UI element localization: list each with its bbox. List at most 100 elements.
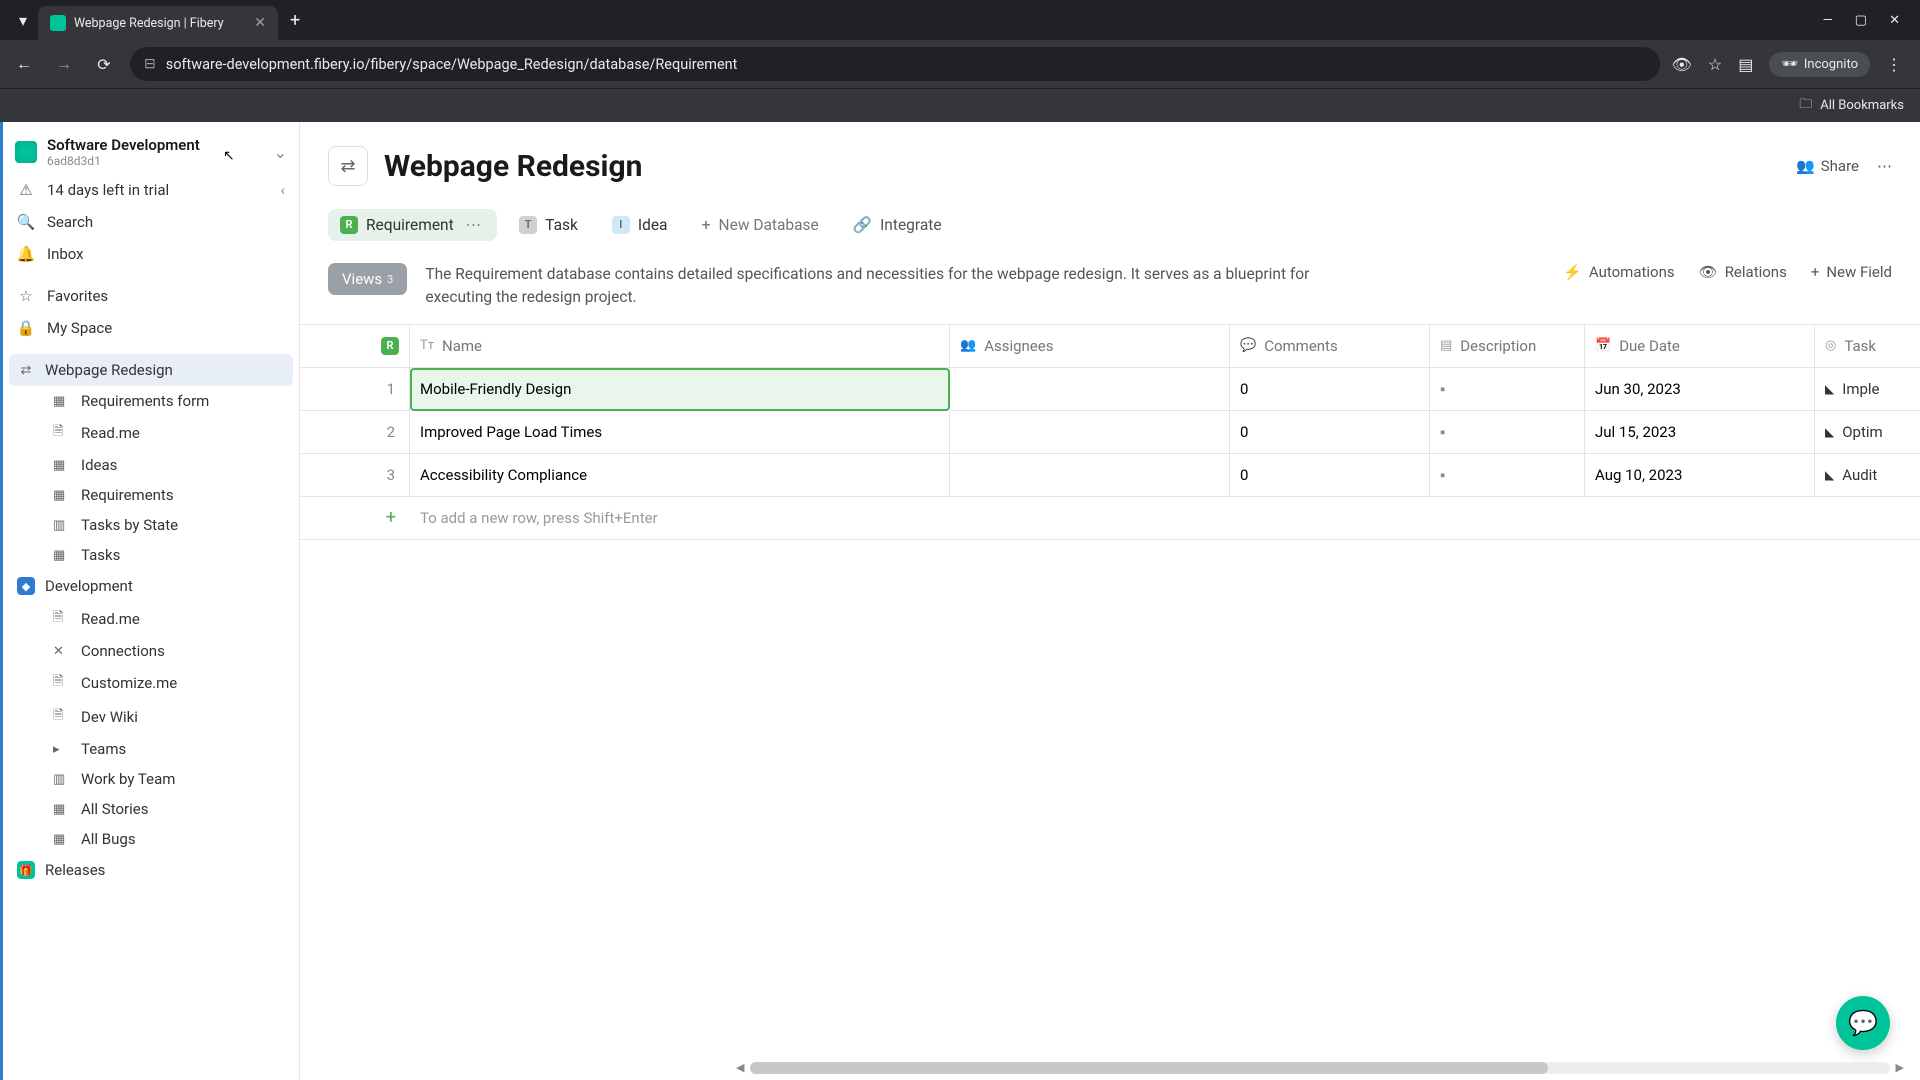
workspace-switcher[interactable]: Software Development 6ad8d3d1 ⌄ ↖	[3, 130, 299, 174]
view-tasks-by-state[interactable]: ▥Tasks by State	[3, 510, 299, 540]
view-all-bugs[interactable]: ▦All Bugs	[3, 824, 299, 854]
cell-task[interactable]: ◣Audit	[1815, 454, 1920, 497]
url-input[interactable]: ⊟ software-development.fibery.io/fibery/…	[130, 47, 1660, 81]
view-customize[interactable]: 🗎Customize.me	[3, 666, 299, 700]
row-number[interactable]: 2	[300, 411, 410, 454]
col-comments[interactable]: 💬Comments	[1230, 325, 1430, 368]
cell-description[interactable]: ▪	[1430, 411, 1585, 454]
incognito-chip[interactable]: 🕶 Incognito	[1769, 52, 1870, 77]
view-readme[interactable]: 🗎Read.me	[3, 416, 299, 450]
all-bookmarks-button[interactable]: All Bookmarks	[1820, 98, 1904, 113]
trial-banner[interactable]: ⚠ 14 days left in trial ‹	[3, 174, 299, 206]
sidebar-search[interactable]: 🔍 Search	[3, 206, 299, 238]
scroll-right-icon[interactable]: ▶	[1896, 1061, 1904, 1074]
back-button[interactable]: ←	[10, 50, 38, 78]
sidebar-myspace[interactable]: 🔒 My Space	[3, 312, 299, 344]
db-badge: I	[612, 216, 630, 234]
tab-bar: ▾ Webpage Redesign | Fibery ✕ + ― ▢ ✕	[0, 0, 1920, 40]
workspace-name: Software Development	[47, 136, 200, 154]
cell-description[interactable]: ▪	[1430, 368, 1585, 411]
share-button[interactable]: 👥 Share	[1796, 157, 1859, 175]
view-requirements-form[interactable]: ▦Requirements form	[3, 386, 299, 416]
sidebar-favorites[interactable]: ☆ Favorites	[3, 280, 299, 312]
eye-off-icon[interactable]: 👁	[1672, 55, 1692, 74]
cell-assignees[interactable]	[950, 368, 1230, 411]
minimize-icon[interactable]: ―	[1823, 13, 1833, 28]
col-due-date[interactable]: 📅Due Date	[1585, 325, 1815, 368]
close-window-icon[interactable]: ✕	[1889, 13, 1900, 28]
cell-assignees[interactable]	[950, 411, 1230, 454]
view-requirements[interactable]: ▦Requirements	[3, 480, 299, 510]
cell-due-date[interactable]: Jul 15, 2023	[1585, 411, 1815, 454]
doc-icon: 🗎	[53, 706, 69, 728]
db-badge-icon: R	[381, 337, 399, 355]
address-bar: ← → ⟳ ⊟ software-development.fibery.io/f…	[0, 40, 1920, 88]
flag-icon: ◣	[1825, 425, 1834, 439]
view-tasks[interactable]: ▦Tasks	[3, 540, 299, 570]
tab-requirement[interactable]: R Requirement ⋯	[328, 209, 497, 241]
tab-task[interactable]: T Task	[507, 209, 590, 241]
view-connections[interactable]: ✕Connections	[3, 636, 299, 666]
tab-idea[interactable]: I Idea	[600, 209, 680, 241]
integrate-button[interactable]: 🔗 Integrate	[841, 209, 954, 241]
tab-more-icon[interactable]: ⋯	[462, 216, 486, 234]
new-database-button[interactable]: + New Database	[689, 208, 830, 241]
cell-due-date[interactable]: Aug 10, 2023	[1585, 454, 1815, 497]
view-ideas[interactable]: ▦Ideas	[3, 450, 299, 480]
cell-name[interactable]: Improved Page Load Times	[410, 411, 950, 454]
relations-button[interactable]: 👁Relations	[1699, 263, 1787, 281]
view-dev-wiki[interactable]: 🗎Dev Wiki	[3, 700, 299, 734]
cell-name[interactable]: Accessibility Compliance	[410, 454, 950, 497]
horizontal-scrollbar[interactable]: ◀ ▶	[750, 1062, 1890, 1074]
chevron-right-icon: ▸	[53, 742, 69, 757]
row-number[interactable]: 3	[300, 454, 410, 497]
tab-search-dropdown[interactable]: ▾	[8, 11, 38, 30]
view-teams[interactable]: ▸Teams	[3, 734, 299, 764]
view-all-stories[interactable]: ▦All Stories	[3, 794, 299, 824]
col-description[interactable]: ▤Description	[1430, 325, 1585, 368]
row-number[interactable]: 1	[300, 368, 410, 411]
col-assignees[interactable]: 👥Assignees	[950, 325, 1230, 368]
page-icon[interactable]: ⇄	[328, 146, 368, 186]
scrollbar-thumb[interactable]	[750, 1062, 1548, 1074]
cell-comments[interactable]: 0	[1230, 411, 1430, 454]
cell-comments[interactable]: 0	[1230, 454, 1430, 497]
cell-description[interactable]: ▪	[1430, 454, 1585, 497]
maximize-icon[interactable]: ▢	[1855, 13, 1867, 28]
more-menu-icon[interactable]: ⋯	[1877, 157, 1892, 175]
collapse-sidebar-icon[interactable]: ‹	[280, 181, 285, 199]
bookmark-star-icon[interactable]: ☆	[1708, 55, 1722, 74]
space-development[interactable]: ◆ Development	[3, 570, 299, 602]
new-tab-button[interactable]: +	[278, 10, 312, 31]
view-dev-readme[interactable]: 🗎Read.me	[3, 602, 299, 636]
chat-fab[interactable]: 💬	[1836, 996, 1890, 1050]
cell-assignees[interactable]	[950, 454, 1230, 497]
form-icon: ▦	[53, 394, 69, 409]
cell-comments[interactable]: 0	[1230, 368, 1430, 411]
app-root: Software Development 6ad8d3d1 ⌄ ↖ ⚠ 14 d…	[0, 122, 1920, 1080]
browser-tab[interactable]: Webpage Redesign | Fibery ✕	[38, 6, 278, 40]
cell-due-date[interactable]: Jun 30, 2023	[1585, 368, 1815, 411]
close-icon[interactable]: ✕	[254, 15, 266, 31]
views-button[interactable]: Views 3	[328, 263, 407, 295]
space-releases[interactable]: 🎁 Releases	[3, 854, 299, 886]
scroll-left-icon[interactable]: ◀	[736, 1061, 744, 1074]
space-webpage-redesign[interactable]: ⇄ Webpage Redesign	[9, 354, 293, 386]
reload-button[interactable]: ⟳	[90, 50, 118, 78]
new-field-button[interactable]: +New Field	[1811, 263, 1892, 281]
site-info-icon[interactable]: ⊟	[144, 56, 156, 72]
view-work-by-team[interactable]: ▥Work by Team	[3, 764, 299, 794]
cell-name[interactable]: Mobile-Friendly Design	[410, 368, 950, 411]
cell-task[interactable]: ◣Imple	[1815, 368, 1920, 411]
panel-icon[interactable]: ▤	[1738, 55, 1753, 74]
col-task[interactable]: ◎Task	[1815, 325, 1920, 368]
forward-button[interactable]: →	[50, 50, 78, 78]
cell-task[interactable]: ◣Optim	[1815, 411, 1920, 454]
add-row[interactable]: + To add a new row, press Shift+Enter	[300, 497, 1920, 540]
sidebar-inbox[interactable]: 🔔 Inbox	[3, 238, 299, 270]
col-name[interactable]: TтName	[410, 325, 950, 368]
database-description: The Requirement database contains detail…	[425, 263, 1375, 310]
browser-menu-icon[interactable]: ⋮	[1886, 55, 1902, 74]
main-content: ⇄ Webpage Redesign 👥 Share ⋯ R Requireme…	[300, 122, 1920, 1080]
automations-button[interactable]: ⚡Automations	[1563, 263, 1674, 281]
